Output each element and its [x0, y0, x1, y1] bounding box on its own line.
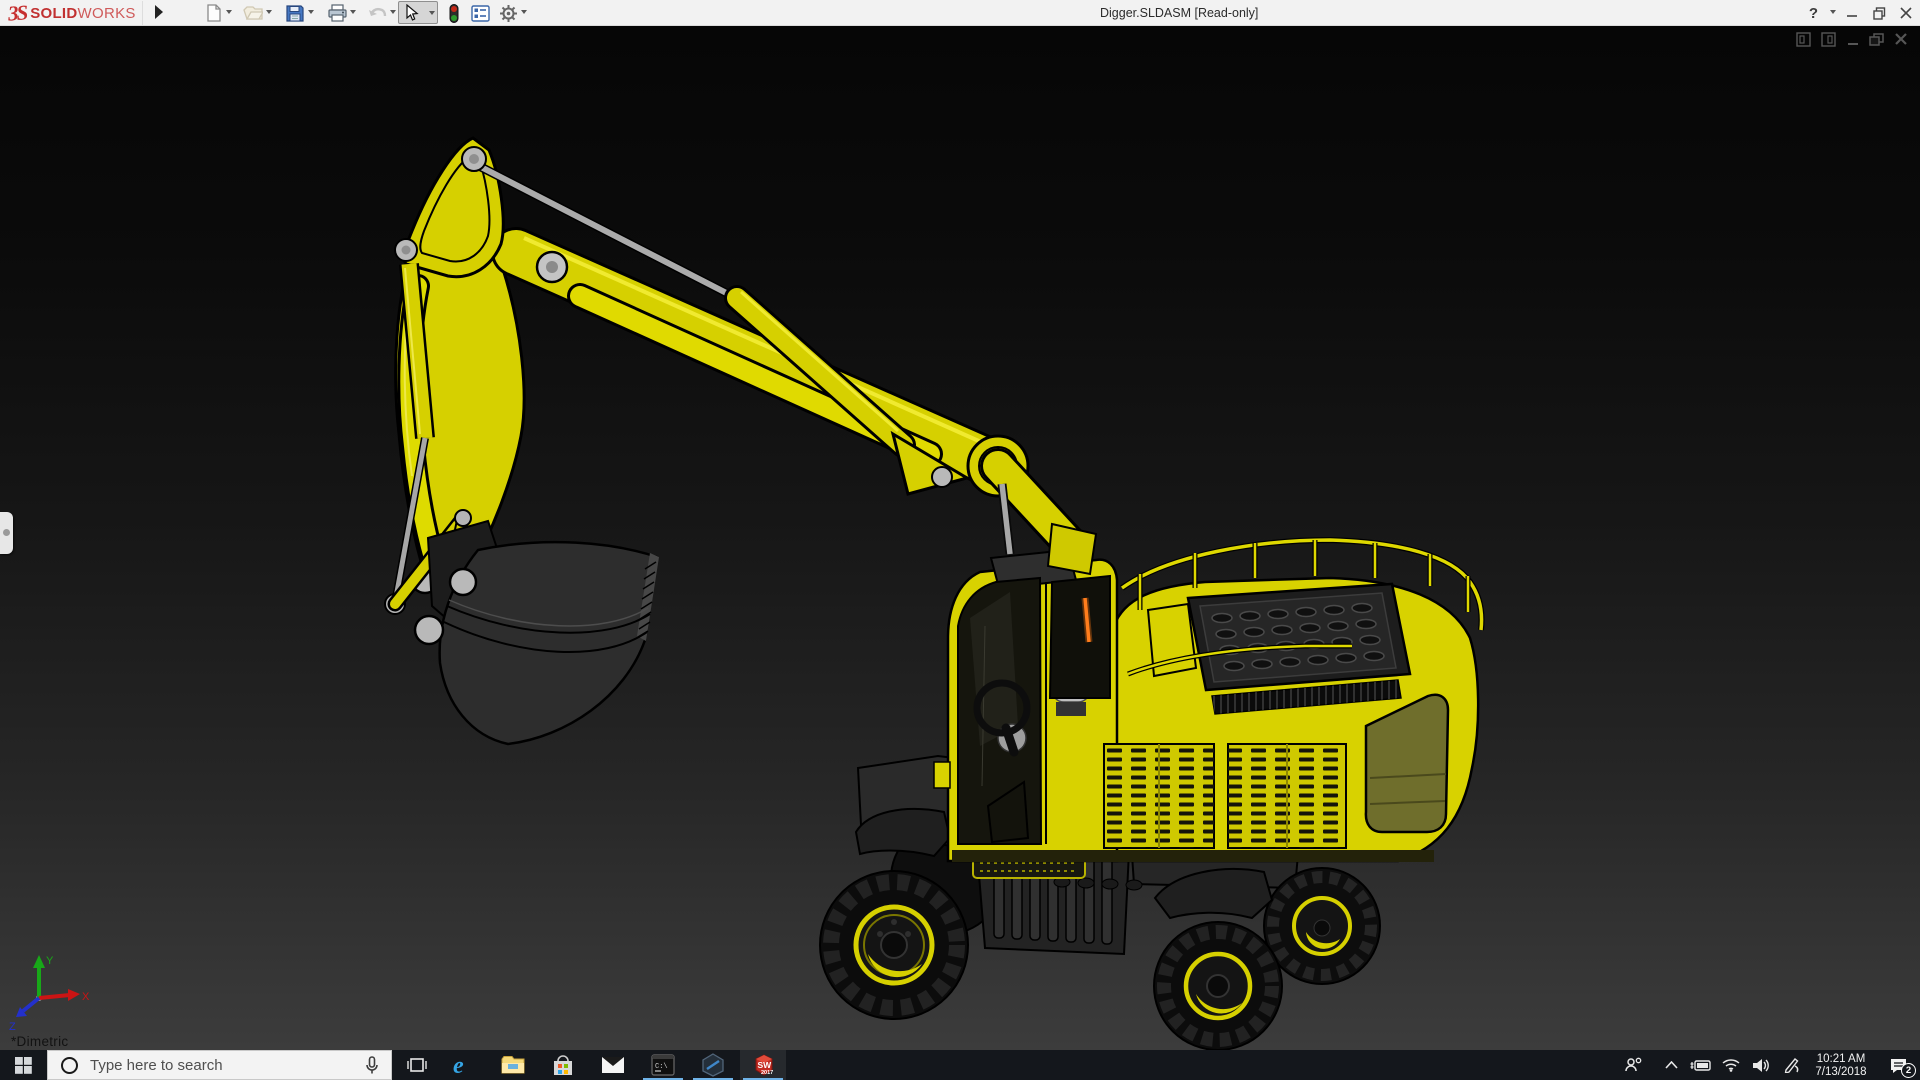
hexagon-app-icon[interactable]	[690, 1050, 736, 1080]
select-tool-pressed[interactable]	[398, 1, 438, 24]
new-window-icon[interactable]	[1796, 32, 1812, 47]
svg-text:C:\: C:\	[655, 1063, 668, 1071]
print-caret[interactable]	[350, 10, 356, 14]
volume-icon[interactable]	[1746, 1050, 1776, 1080]
mail-icon[interactable]	[590, 1050, 636, 1080]
wifi-icon[interactable]	[1716, 1050, 1746, 1080]
hidden-icons-chevron[interactable]	[1656, 1050, 1686, 1080]
command-prompt-icon[interactable]: C:\	[640, 1050, 686, 1080]
save-button[interactable]	[285, 3, 305, 23]
seat-base	[1056, 702, 1086, 716]
solidworks-window: 3S SOLID WORKS Digger.SLDASM [Read-only]…	[0, 0, 1920, 1080]
new-document-button[interactable]	[203, 3, 223, 23]
document-window-controls	[1796, 32, 1908, 47]
new-document-caret[interactable]	[226, 10, 232, 14]
select-caret[interactable]	[429, 11, 435, 15]
action-center-button[interactable]: 2	[1876, 1050, 1920, 1080]
svg-text:e: e	[453, 1053, 464, 1077]
undo-caret[interactable]	[390, 10, 396, 14]
start-button[interactable]	[0, 1050, 46, 1080]
menu-flyout-arrow-icon[interactable]	[155, 5, 163, 19]
store-icon[interactable]	[540, 1050, 586, 1080]
windows-ink-icon[interactable]	[1776, 1050, 1806, 1080]
undo-button[interactable]	[367, 3, 387, 23]
document-title: Digger.SLDASM [Read-only]	[1100, 6, 1259, 20]
orientation-triad[interactable]: Y X Z	[6, 950, 96, 1034]
feature-panel-tab[interactable]	[0, 512, 13, 554]
boom-triangle-plate[interactable]	[402, 136, 505, 279]
doc-close-icon[interactable]	[1894, 32, 1908, 47]
open-caret[interactable]	[266, 10, 272, 14]
graphics-area[interactable]: Y X Z *Dimetric	[0, 26, 1920, 1050]
svg-text:SW: SW	[757, 1060, 772, 1070]
settings-gear-icon[interactable]	[498, 3, 518, 23]
wheel-rear-right[interactable]	[1263, 867, 1381, 985]
system-tray: 10:21 AM 7/13/2018 2	[1618, 1050, 1920, 1080]
help-button[interactable]: ?	[1809, 0, 1818, 26]
view-orientation-label: *Dimetric	[11, 1034, 69, 1049]
search-placeholder: Type here to search	[90, 1056, 223, 1074]
clock-date: 7/13/2018	[1815, 1065, 1867, 1078]
file-explorer-icon[interactable]	[490, 1050, 536, 1080]
upper-body[interactable]	[933, 536, 1485, 863]
svg-text:2017: 2017	[761, 1070, 773, 1076]
save-caret[interactable]	[308, 10, 314, 14]
windows-taskbar: Type here to search e C:\ SW 2017 10:21 …	[0, 1050, 1920, 1080]
engine-block[interactable]	[1186, 582, 1412, 715]
battery-icon[interactable]	[1686, 1050, 1716, 1080]
notification-badge: 2	[1901, 1063, 1916, 1078]
edge-icon[interactable]: e	[440, 1050, 486, 1080]
window-panel-icon[interactable]	[1821, 32, 1837, 47]
print-button[interactable]	[327, 3, 347, 23]
x-axis-label: X	[82, 991, 90, 1003]
display-options-icon[interactable]	[470, 3, 490, 23]
bucket[interactable]	[413, 519, 659, 746]
cab-side-window[interactable]	[1048, 574, 1111, 699]
titlebar: 3S SOLID WORKS Digger.SLDASM [Read-only]…	[0, 0, 1920, 26]
cortana-icon	[61, 1056, 78, 1074]
task-view-button[interactable]	[394, 1050, 440, 1080]
doc-restore-icon[interactable]	[1869, 32, 1885, 47]
microphone-icon[interactable]	[365, 1055, 379, 1075]
x-axis-arrow	[68, 989, 80, 1001]
solidworks-app-icon[interactable]: SW 2017	[740, 1050, 786, 1080]
panel-tab-dot	[3, 529, 10, 536]
y-axis-label: Y	[46, 955, 54, 967]
doc-minimize-icon[interactable]	[1846, 32, 1860, 47]
3d-model-canvas[interactable]	[0, 26, 1920, 1050]
y-axis-arrow	[33, 955, 45, 968]
restore-button[interactable]	[1873, 0, 1886, 26]
settings-caret[interactable]	[521, 10, 527, 14]
people-icon[interactable]	[1618, 1050, 1648, 1080]
boom-stick[interactable]	[491, 227, 1023, 491]
close-button[interactable]	[1900, 0, 1912, 26]
ds-logo-mark: 3S	[7, 0, 27, 26]
minimize-button[interactable]	[1846, 0, 1858, 26]
search-input[interactable]: Type here to search	[47, 1050, 392, 1080]
wheel-front-left[interactable]	[819, 870, 969, 1020]
clock-time: 10:21 AM	[1816, 1052, 1866, 1065]
solidworks-logo: 3S SOLID WORKS	[7, 0, 143, 26]
wheel-front-right[interactable]	[1153, 921, 1283, 1050]
z-axis-label: Z	[9, 1021, 16, 1033]
help-caret[interactable]	[1830, 10, 1836, 14]
open-button[interactable]	[243, 3, 263, 23]
taskbar-clock[interactable]: 10:21 AM 7/13/2018	[1806, 1052, 1876, 1079]
status-lights-icon[interactable]	[444, 3, 464, 23]
